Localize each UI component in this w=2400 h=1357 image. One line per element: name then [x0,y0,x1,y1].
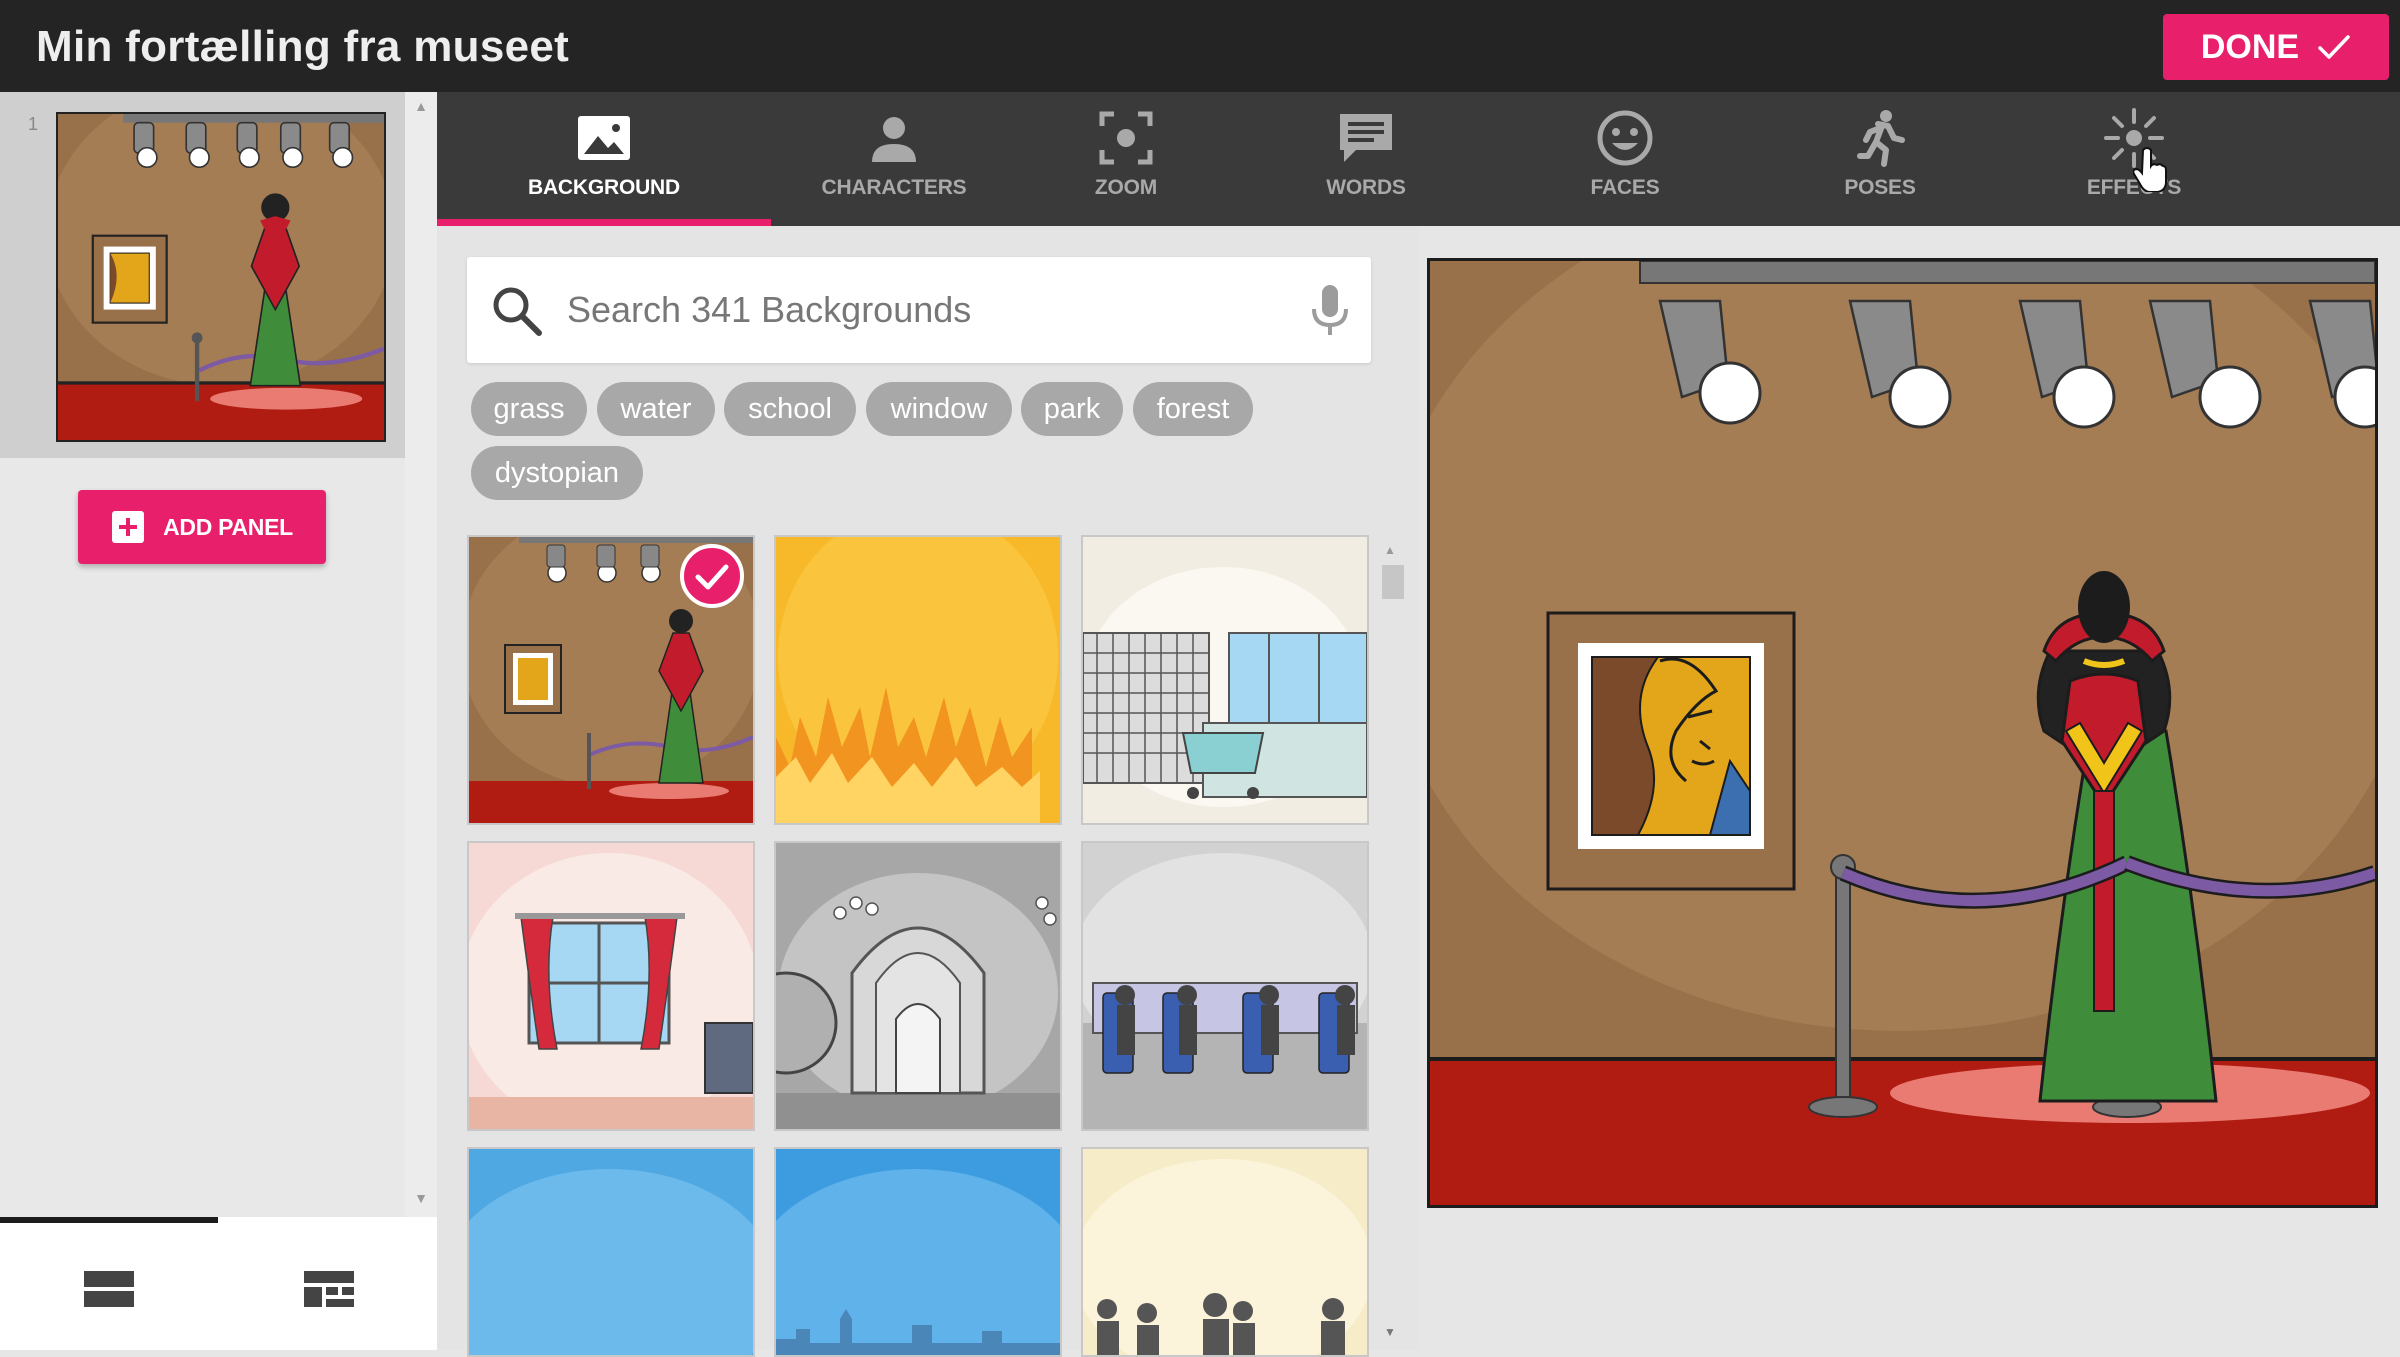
active-tab-indicator [437,219,771,226]
microphone-icon[interactable] [1305,281,1355,341]
done-button[interactable]: DONE [2163,14,2389,80]
add-panel-button[interactable]: ADD PANEL [78,490,326,564]
tab-poses[interactable]: POSES [1753,92,2007,226]
plus-box-icon [112,511,145,543]
background-thumb-throne-room[interactable] [774,841,1062,1131]
tab-background[interactable]: BACKGROUND [437,92,771,226]
scroll-down-arrow-icon[interactable]: ▼ [1384,1325,1396,1339]
fire-background-image [776,537,1060,823]
tab-effects[interactable]: EFFECTS [2007,92,2261,226]
tag-chip-school[interactable]: school [724,382,856,436]
image-icon [578,116,630,160]
smiley-face-icon [1597,110,1653,166]
layout-active-indicator [0,1217,218,1223]
panel-slot[interactable]: 1 [0,92,405,458]
scroll-down-arrow-icon[interactable]: ▼ [405,1190,437,1206]
tab-characters[interactable]: CHARACTERS [771,92,1017,226]
comic-title[interactable]: Min fortælling fra museet [36,22,569,72]
person-icon [872,117,916,162]
background-thumb-train-seats[interactable] [1081,841,1369,1131]
tab-poses-label: POSES [1844,176,1916,199]
panel-thumbnail[interactable] [56,112,386,442]
search-input[interactable] [567,283,1247,337]
checkmark-icon [2318,35,2350,59]
sky-city-background-image [776,1149,1060,1355]
layout-selector [0,1217,437,1350]
store-checkout-background-image [1083,537,1367,823]
zoom-focus-icon [1099,111,1153,165]
selected-check-icon [680,544,744,608]
museum-thumbnail-image [58,114,384,440]
title-bar: Min fortælling fra museet DONE [0,0,2400,92]
scrollbar-thumb[interactable] [1382,565,1404,599]
scroll-up-arrow-icon[interactable]: ▲ [405,98,437,114]
tag-chip-forest[interactable]: forest [1133,382,1253,436]
grid-layout-icon[interactable] [302,1269,356,1309]
scroll-up-arrow-icon[interactable]: ▲ [1384,543,1396,557]
panel-preview[interactable] [1427,258,2378,1208]
running-person-icon [1857,110,1905,167]
tab-faces[interactable]: FACES [1497,92,1753,226]
tab-zoom[interactable]: ZOOM [1017,92,1235,226]
tag-chip-window[interactable]: window [866,382,1012,436]
tag-chip-grass[interactable]: grass [471,382,587,436]
tab-background-label: BACKGROUND [528,176,680,199]
tag-chip-dystopian[interactable]: dystopian [471,446,643,500]
rows-layout-icon[interactable] [82,1269,136,1309]
sky-plain-background-image [469,1149,753,1355]
done-button-label: DONE [2200,27,2300,66]
background-thumb-store-checkout[interactable] [1081,535,1369,825]
museum-scene-image [1430,261,2375,1205]
background-search [467,257,1371,363]
add-panel-label: ADD PANEL [163,513,293,540]
audience-background-image [1083,1149,1367,1355]
tab-faces-label: FACES [1590,176,1660,199]
background-list-scrollbar[interactable]: ▲ ▼ [1380,535,1406,1350]
hand-cursor-icon [2133,147,2167,192]
editor-toolbar: BACKGROUND CHARACTERS ZOOM WORDS FACES P… [437,92,2400,226]
background-thumb-museum[interactable] [467,535,755,825]
window-curtains-background-image [469,843,753,1129]
tab-characters-label: CHARACTERS [821,176,967,199]
panel-strip-scrollbar[interactable]: ▲ ▼ [405,92,437,1217]
background-thumb-audience[interactable] [1081,1147,1369,1357]
throne-room-background-image [776,843,1060,1129]
background-thumb-window-curtains[interactable] [467,841,755,1131]
tab-zoom-label: ZOOM [1094,176,1158,199]
train-seats-background-image [1083,843,1367,1129]
tag-chip-water[interactable]: water [597,382,715,436]
background-thumb-sky-plain[interactable] [467,1147,755,1357]
tag-chip-park[interactable]: park [1021,382,1123,436]
speech-bubble-icon [1340,114,1392,162]
panel-number: 1 [28,114,39,134]
background-thumb-sky-city[interactable] [774,1147,1062,1357]
search-icon[interactable] [487,281,547,341]
tab-words[interactable]: WORDS [1235,92,1497,226]
panel-strip: 1 ADD PANEL [0,92,405,1217]
tab-words-label: WORDS [1326,176,1406,199]
background-thumb-fire[interactable] [774,535,1062,825]
